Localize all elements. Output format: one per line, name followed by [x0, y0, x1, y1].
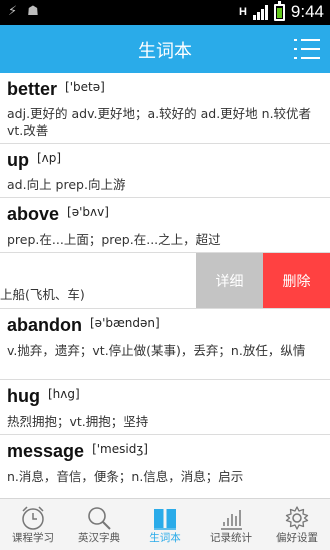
network-type-indicator: H: [238, 6, 247, 18]
word-text: above: [7, 204, 60, 224]
phonetic-text: [ə'bændən]: [90, 316, 160, 330]
word-text: up: [7, 150, 29, 170]
delete-button[interactable]: 删除: [263, 253, 330, 308]
tab-label: 英汉字典: [78, 532, 120, 544]
clock: 9:44: [290, 2, 324, 21]
phonetic-text: [ə'bʌv]: [67, 205, 109, 219]
word-text: message: [7, 441, 85, 461]
list-item[interactable]: message ['mesidʒ] n.消息，音信，便条；n.信息，消息；启示: [0, 435, 330, 498]
tab-label: 课程学习: [12, 532, 54, 544]
definition-text: prep.在...上面；prep.在...之上，超过: [7, 232, 221, 247]
phonetic-text: ['mesidʒ]: [92, 442, 148, 456]
phonetic-text: [ʌp]: [37, 151, 62, 165]
list-item[interactable]: up [ʌp] ad.向上 prep.向上游: [0, 144, 330, 198]
word-text: hug: [7, 386, 40, 406]
tab-preferences[interactable]: 偏好设置: [264, 499, 330, 550]
status-bar: ⚡ ☗ H 9:44: [0, 0, 330, 25]
tab-dictionary[interactable]: 英汉字典: [66, 499, 132, 550]
signal-icon: [252, 4, 268, 20]
tab-label: 偏好设置: [276, 532, 318, 544]
definition-text: 热烈拥抱；vt.拥抱；坚持: [7, 414, 149, 429]
usb-icon: ⚡: [8, 4, 18, 19]
definition-text: ad.向上 prep.向上游: [7, 177, 126, 192]
word-text: better: [7, 79, 58, 99]
list-item-swiped[interactable]: 上船(飞机、车) 详细 删除: [0, 253, 330, 309]
definition-text: 上船(飞机、车): [0, 287, 85, 302]
list-item[interactable]: hug [hʌg] 热烈拥抱；vt.拥抱；坚持: [0, 380, 330, 435]
phonetic-text: [hʌg]: [48, 387, 80, 401]
app-header: 生词本: [0, 25, 330, 73]
tab-course-study[interactable]: 课程学习: [0, 499, 66, 550]
book-icon: [154, 509, 176, 530]
battery-icon: [273, 0, 285, 21]
tab-statistics[interactable]: 记录统计: [198, 499, 264, 550]
tab-vocabulary-book[interactable]: 生词本: [132, 499, 198, 550]
bottom-tab-bar: 课程学习 英汉字典 生词本 记录统计 偏好设置: [0, 498, 330, 550]
tab-label: 生词本: [149, 532, 181, 544]
list-menu-icon[interactable]: [294, 37, 320, 61]
list-item[interactable]: abandon [ə'bændən] v.抛弃，遗弃；vt.停止做(某事)，丢弃…: [0, 309, 330, 380]
tab-label: 记录统计: [210, 532, 252, 544]
search-icon: [88, 507, 111, 530]
definition-text: v.抛弃，遗弃；vt.停止做(某事)，丢弃；n.放任，纵情: [7, 343, 306, 358]
alarm-clock-icon: [22, 506, 44, 530]
word-list[interactable]: better ['betə] adj.更好的 adv.更好地；a.较好的 ad.…: [0, 73, 330, 498]
definition-text: adj.更好的 adv.更好地；a.较好的 ad.更好地 n.较优者 vt.改善: [7, 106, 312, 138]
definition-text: n.消息，音信，便条；n.信息，消息；启示: [7, 469, 244, 484]
android-debug-icon: ☗: [27, 4, 39, 19]
bar-chart-icon: [221, 510, 242, 530]
gear-icon: [285, 506, 309, 530]
list-item[interactable]: above [ə'bʌv] prep.在...上面；prep.在...之上，超过: [0, 198, 330, 253]
list-item[interactable]: better ['betə] adj.更好的 adv.更好地；a.较好的 ad.…: [0, 73, 330, 144]
detail-button[interactable]: 详细: [196, 253, 263, 308]
page-title: 生词本: [138, 41, 192, 62]
word-text: abandon: [7, 315, 82, 335]
phonetic-text: ['betə]: [65, 80, 105, 94]
